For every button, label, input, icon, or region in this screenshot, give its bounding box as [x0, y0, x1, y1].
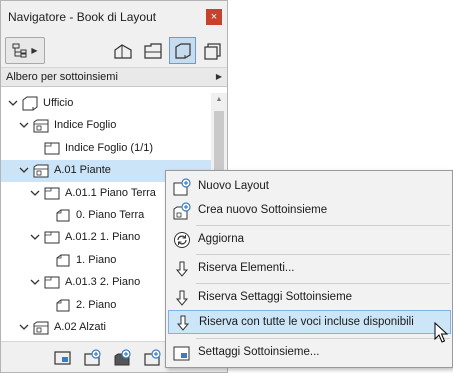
publisher-sets-button[interactable]: [199, 37, 226, 64]
context-menu: Nuovo Layout Crea nuovo Sottoinsieme Aggio…: [165, 170, 453, 368]
tree-row-label: A.01 Piante: [54, 164, 111, 177]
subset-icon: [33, 320, 49, 335]
drawing-icon: [55, 208, 71, 223]
menu-item-label: Aggiorna: [198, 233, 245, 245]
drawing-icon: [55, 253, 71, 268]
chevron-right-icon: ▶: [215, 72, 222, 81]
layout-icon: [44, 275, 60, 290]
reserve-arrow-icon: [173, 289, 191, 307]
new-subset-button[interactable]: [113, 348, 133, 368]
tree-row-label: Indice Foglio: [54, 119, 117, 132]
tree-row-label: Ufficio: [43, 97, 74, 109]
tree-row-label: 1. Piano: [76, 253, 117, 266]
layout-icon: [44, 186, 60, 201]
expand-chevron-icon[interactable]: [19, 120, 29, 130]
subset-icon: [33, 163, 49, 178]
menu-separator: [196, 283, 450, 284]
new-subset-icon: [173, 202, 191, 220]
tree-view-menu-button[interactable]: ▶: [5, 37, 45, 64]
drawing-icon: [55, 298, 71, 313]
close-button[interactable]: ×: [206, 9, 222, 25]
tree-view-selected: Albero per sottoinsiemi: [6, 71, 118, 83]
mouse-cursor-icon: [434, 322, 448, 343]
layout-book-icon: [174, 42, 191, 59]
menu-item[interactable]: Aggiorna: [168, 228, 451, 252]
expand-chevron-icon[interactable]: [30, 277, 40, 287]
window-title: Navigatore - Book di Layout: [8, 10, 157, 24]
tree-row[interactable]: Indice Foglio (1/1): [1, 138, 211, 160]
navigator-toolbar: ▶: [1, 34, 227, 68]
new-master-icon: [144, 349, 161, 366]
refresh-icon: [173, 231, 191, 249]
layout-icon: [44, 230, 60, 245]
new-layout-button[interactable]: [83, 348, 103, 368]
tree-structure-icon: [12, 43, 27, 57]
new-layout-icon: [84, 349, 101, 366]
menu-separator: [196, 225, 450, 226]
menu-item[interactable]: Settaggi Sottoinsieme...: [168, 341, 451, 365]
tree-row-label: 2. Piano: [76, 298, 117, 311]
new-layout-icon: [173, 178, 191, 196]
tree-view-selector[interactable]: Albero per sottoinsiemi ▶: [1, 68, 227, 87]
expand-chevron-icon[interactable]: [30, 232, 40, 242]
view-map-button[interactable]: [139, 37, 166, 64]
tree-row[interactable]: Indice Foglio: [1, 115, 211, 137]
book-icon: [22, 96, 38, 111]
layout-book-button[interactable]: [169, 37, 196, 64]
tree-row-label: A.01.1 Piano Terra: [65, 186, 156, 199]
tree-row-label: A.02 Alzati: [54, 321, 106, 333]
menu-separator: [196, 254, 450, 255]
expand-chevron-icon[interactable]: [19, 165, 29, 175]
menu-item[interactable]: Riserva Settaggi Sottoinsieme: [168, 286, 451, 310]
menu-item[interactable]: Riserva con tutte le voci incluse dispon…: [168, 310, 451, 334]
tree-row-label: A.01.2 1. Piano: [65, 231, 141, 244]
view-map-icon: [143, 42, 162, 59]
publisher-sets-icon: [203, 42, 221, 60]
project-map-button[interactable]: [109, 37, 136, 64]
layout-settings-icon: [54, 351, 71, 365]
expand-chevron-icon[interactable]: [19, 322, 29, 332]
project-map-icon: [113, 43, 132, 59]
menu-item-label: Nuovo Layout: [198, 180, 269, 192]
menu-item-label: Riserva Settaggi Sottoinsieme: [198, 291, 353, 303]
expand-chevron-icon[interactable]: [30, 188, 40, 198]
tree-row-label: 0. Piano Terra: [76, 209, 145, 221]
subset-settings-icon: [173, 344, 191, 362]
subset-icon: [33, 118, 49, 133]
reserve-arrow-icon: [174, 314, 192, 332]
new-master-button[interactable]: [143, 348, 163, 368]
menu-item-label: Settaggi Sottoinsieme...: [198, 346, 320, 358]
menu-item[interactable]: Riserva Elementi...: [168, 257, 451, 281]
menu-separator: [196, 338, 450, 339]
menu-item[interactable]: Nuovo Layout: [168, 175, 451, 199]
expand-chevron-icon[interactable]: [8, 98, 18, 108]
menu-item-label: Riserva Elementi...: [198, 262, 295, 274]
reserve-arrow-icon: [173, 260, 191, 278]
menu-item-label: Crea nuovo Sottoinsieme: [198, 204, 328, 216]
tree-row-label: Indice Foglio (1/1): [65, 141, 154, 154]
new-subset-icon: [114, 349, 131, 366]
scroll-up-icon[interactable]: ▲: [211, 93, 227, 107]
chevron-right-icon: ▶: [31, 46, 38, 55]
menu-item[interactable]: Crea nuovo Sottoinsieme: [168, 199, 451, 223]
menu-item-label: Riserva con tutte le voci incluse dispon…: [199, 316, 414, 328]
title-bar: Navigatore - Book di Layout ×: [1, 1, 227, 34]
tree-row[interactable]: Ufficio: [1, 93, 211, 115]
tree-row-label: A.01.3 2. Piano: [65, 276, 141, 289]
layout-settings-button[interactable]: [53, 348, 73, 368]
layout-icon: [44, 141, 60, 156]
